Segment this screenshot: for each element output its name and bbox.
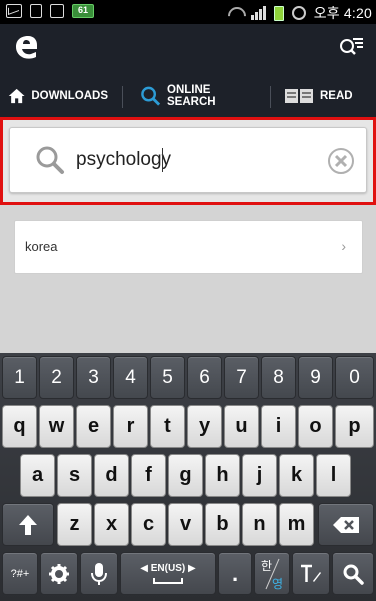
search-field-icon [36, 146, 64, 174]
search-menu-icon[interactable] [338, 34, 364, 58]
handwriting-key[interactable] [292, 552, 330, 595]
keyboard-bottom-row: ?#+ ◀ EN(US) ▶ . 한 영 [0, 549, 376, 598]
key-d[interactable]: d [94, 454, 129, 497]
app-logo-icon[interactable] [12, 32, 40, 62]
key-9[interactable]: 9 [298, 356, 333, 399]
battery-badge-icon: 61 [72, 4, 94, 18]
keyboard-row-2: a s d f g h j k l [0, 451, 376, 500]
key-y[interactable]: y [187, 405, 222, 448]
key-i[interactable]: i [261, 405, 296, 448]
shift-arrow-icon [19, 514, 37, 535]
tab-downloads-label: DOWNLOADS [31, 90, 108, 102]
shift-key[interactable] [2, 503, 54, 546]
tab-read-label: READ [320, 90, 353, 102]
tab-online-search[interactable]: ONLINE SEARCH [122, 72, 258, 120]
key-w[interactable]: w [39, 405, 74, 448]
key-g[interactable]: g [168, 454, 203, 497]
clock: 오후 4:20 [313, 5, 372, 21]
key-6[interactable]: 6 [187, 356, 222, 399]
key-m[interactable]: m [279, 503, 314, 546]
key-7[interactable]: 7 [224, 356, 259, 399]
notification-icons: 61 [6, 4, 94, 18]
key-x[interactable]: x [94, 503, 129, 546]
book-icon [285, 89, 313, 103]
suggestion-label: korea [25, 239, 58, 254]
keyboard-row-3: z x c v b n m [0, 500, 376, 549]
symbols-key[interactable]: ?#+ [2, 552, 38, 595]
alarm-icon [291, 6, 306, 20]
space-language-label: ◀ EN(US) ▶ [140, 563, 196, 574]
key-n[interactable]: n [242, 503, 277, 546]
key-q[interactable]: q [2, 405, 37, 448]
tab-divider [270, 86, 271, 108]
signal-icon [250, 6, 266, 20]
search-key[interactable] [332, 552, 374, 595]
key-j[interactable]: j [242, 454, 277, 497]
key-a[interactable]: a [20, 454, 55, 497]
key-o[interactable]: o [298, 405, 333, 448]
clear-icon[interactable] [326, 146, 356, 176]
gear-icon [49, 563, 69, 584]
keyboard-row-1: q w e r t y u i o p [0, 402, 376, 451]
search-key-icon [343, 564, 364, 585]
space-key[interactable]: ◀ EN(US) ▶ [120, 552, 216, 595]
tab-read[interactable]: READ [284, 72, 364, 120]
download-notification-icon [30, 4, 42, 18]
key-s[interactable]: s [57, 454, 92, 497]
slash-divider-icon [265, 558, 280, 590]
mail-icon [6, 4, 22, 18]
key-b[interactable]: b [205, 503, 240, 546]
system-status: 오후 4:20 [227, 3, 372, 23]
space-bar-icon [153, 578, 183, 584]
key-u[interactable]: u [224, 405, 259, 448]
tab-downloads[interactable]: DOWNLOADS [8, 72, 108, 120]
backspace-key[interactable] [318, 503, 374, 546]
chevron-right-icon: › [341, 238, 346, 254]
language-toggle-icon: 한 영 [255, 553, 289, 594]
backspace-icon [333, 516, 359, 533]
key-5[interactable]: 5 [150, 356, 185, 399]
period-key[interactable]: . [218, 552, 252, 595]
wifi-icon [227, 6, 243, 20]
search-box[interactable] [9, 127, 367, 193]
key-h[interactable]: h [205, 454, 240, 497]
key-r[interactable]: r [113, 405, 148, 448]
microphone-icon [91, 562, 107, 585]
key-v[interactable]: v [168, 503, 203, 546]
key-3[interactable]: 3 [76, 356, 111, 399]
key-8[interactable]: 8 [261, 356, 296, 399]
pen-text-icon [301, 564, 321, 582]
app-bar [0, 24, 376, 72]
tab-bar: DOWNLOADS ONLINE SEARCH READ [0, 72, 376, 120]
key-k[interactable]: k [279, 454, 314, 497]
home-icon [8, 88, 25, 104]
keyboard: 1 2 3 4 5 6 7 8 9 0 q w e r t y u i o p … [0, 353, 376, 601]
search-section [0, 117, 376, 205]
settings-key[interactable] [40, 552, 78, 595]
key-4[interactable]: 4 [113, 356, 148, 399]
key-f[interactable]: f [131, 454, 166, 497]
key-t[interactable]: t [150, 405, 185, 448]
text-cursor [162, 148, 163, 172]
key-c[interactable]: c [131, 503, 166, 546]
tab-online-search-label: ONLINE SEARCH [167, 84, 216, 108]
key-1[interactable]: 1 [2, 356, 37, 399]
key-0[interactable]: 0 [335, 356, 374, 399]
list-item[interactable]: korea › [14, 220, 363, 274]
key-2[interactable]: 2 [39, 356, 74, 399]
search-icon [141, 86, 161, 106]
voice-input-key[interactable] [80, 552, 118, 595]
keyboard-number-row: 1 2 3 4 5 6 7 8 9 0 [0, 353, 376, 402]
language-toggle-key[interactable]: 한 영 [254, 552, 290, 595]
search-input[interactable] [76, 144, 326, 176]
key-z[interactable]: z [57, 503, 92, 546]
key-l[interactable]: l [316, 454, 351, 497]
calendar-icon [50, 4, 64, 18]
key-e[interactable]: e [76, 405, 111, 448]
key-p[interactable]: p [335, 405, 374, 448]
status-bar: 61 오후 4:20 [0, 0, 376, 24]
battery-icon [273, 5, 284, 21]
